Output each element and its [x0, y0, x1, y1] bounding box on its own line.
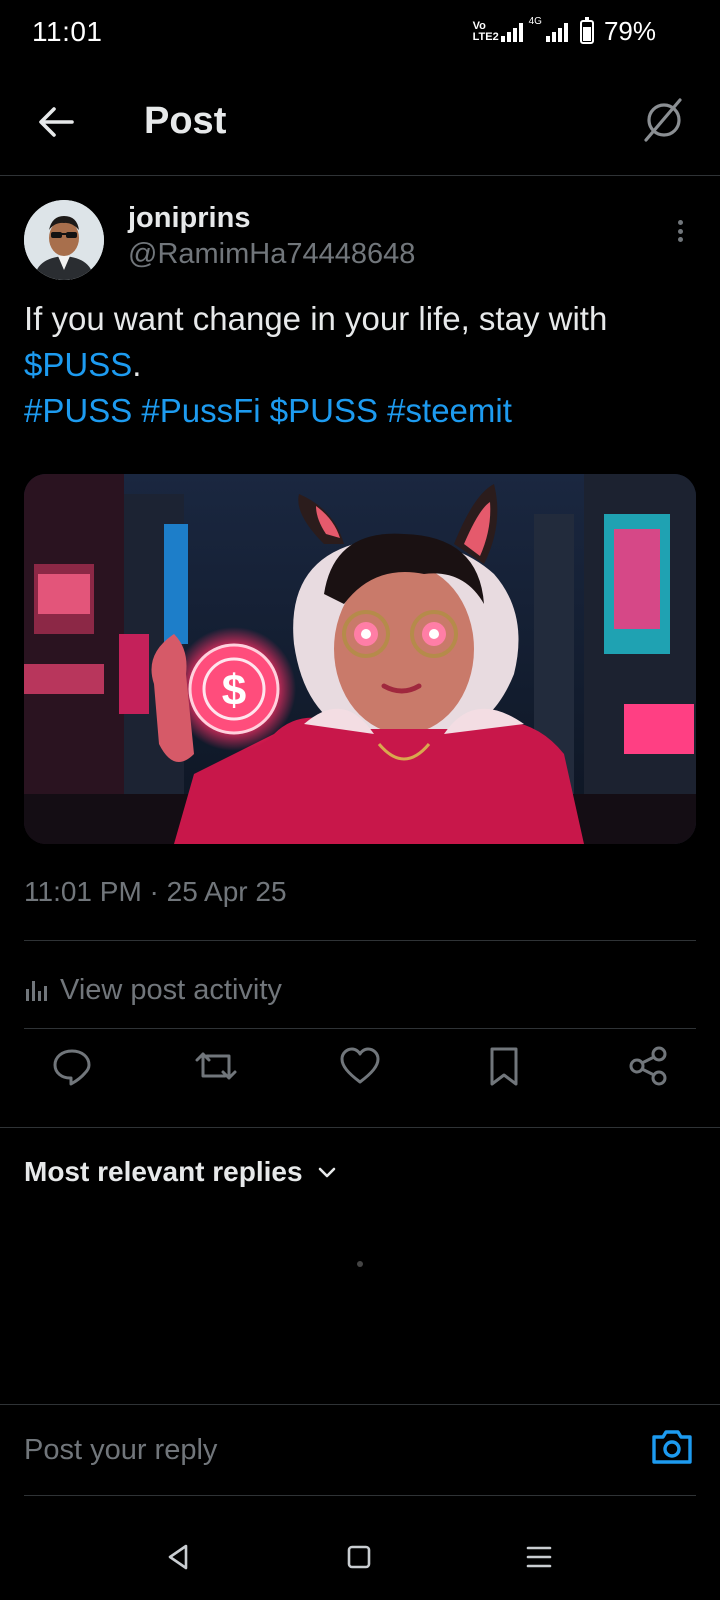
volte-indicator: Vo LTE2 [472, 19, 499, 43]
post-actions [0, 1036, 720, 1126]
loading-indicator [357, 1261, 363, 1267]
avatar-image [24, 200, 104, 280]
more-options-button[interactable] [670, 216, 690, 246]
page-title: Post [144, 100, 227, 142]
post-text-period: . [132, 346, 142, 383]
status-bar: 11:01 Vo LTE2 4G 79% [0, 0, 720, 66]
post-timestamp: 11:01 PM · 25 Apr 25 [24, 876, 287, 907]
status-icons: Vo LTE2 4G 79% [473, 16, 656, 47]
back-button[interactable] [30, 96, 82, 148]
signal-icon-2 [545, 22, 568, 42]
cashtag-link[interactable]: $PUSS [270, 392, 378, 429]
network-type: 4G [528, 16, 542, 27]
battery-fill [582, 26, 591, 41]
view-post-activity[interactable]: View post activity [24, 952, 696, 1028]
reply-composer [0, 1404, 720, 1496]
camera-icon [652, 1430, 692, 1464]
divider [24, 1495, 696, 1496]
divider [0, 1127, 720, 1128]
nav-menu-button[interactable] [514, 1532, 564, 1582]
replies-sort-label: Most relevant replies [24, 1156, 303, 1187]
arrow-left-icon [39, 107, 74, 137]
repost-icon [195, 1052, 237, 1080]
post-text-line: If you want change in your life, stay wi… [24, 300, 608, 337]
divider [24, 940, 696, 941]
avatar[interactable] [24, 200, 104, 280]
repost-button[interactable] [186, 1036, 246, 1096]
bookmark-icon [490, 1047, 518, 1086]
menu-icon [526, 1546, 552, 1568]
triangle-back-icon [168, 1544, 188, 1570]
cat-girl-coin-illustration: $ [24, 474, 696, 844]
camera-button[interactable] [648, 1423, 696, 1471]
chevron-down-icon [318, 1167, 335, 1178]
bookmark-button[interactable] [474, 1036, 534, 1096]
signal-icon [500, 22, 523, 42]
grok-icon [644, 98, 682, 142]
svg-text:$: $ [222, 666, 246, 715]
nav-home-button[interactable] [334, 1532, 384, 1582]
nav-back-button[interactable] [154, 1532, 204, 1582]
grok-button[interactable] [638, 94, 690, 146]
square-home-icon [347, 1545, 371, 1569]
more-vertical-icon [677, 220, 683, 225]
analytics-icon [26, 981, 47, 1001]
comment-icon [53, 1049, 91, 1086]
share-button[interactable] [618, 1036, 678, 1096]
hashtag-link[interactable]: #steemit [387, 392, 512, 429]
divider [24, 1028, 696, 1029]
system-nav-bar [0, 1510, 720, 1600]
reply-button[interactable] [42, 1036, 102, 1096]
author-name[interactable]: joniprins [128, 202, 250, 235]
cashtag-link[interactable]: $PUSS [24, 346, 132, 383]
battery-icon [579, 16, 594, 44]
activity-label: View post activity [60, 973, 282, 1006]
post-text: If you want change in your life, stay wi… [24, 296, 696, 434]
hashtag-link[interactable]: #PUSS [24, 392, 132, 429]
author-handle[interactable]: @RamimHa74448648 [128, 238, 415, 271]
like-button[interactable] [330, 1036, 390, 1096]
reply-input[interactable] [24, 1415, 584, 1485]
heart-icon [340, 1047, 380, 1084]
post-image[interactable]: $ [24, 474, 696, 844]
top-app-bar: Post [0, 66, 720, 176]
hashtag-link[interactable]: #PussFi [141, 392, 260, 429]
replies-sort-dropdown[interactable]: Most relevant replies [24, 1156, 339, 1188]
share-icon [629, 1046, 667, 1086]
battery-percent: 79% [603, 16, 656, 46]
status-time: 11:01 [32, 16, 103, 47]
